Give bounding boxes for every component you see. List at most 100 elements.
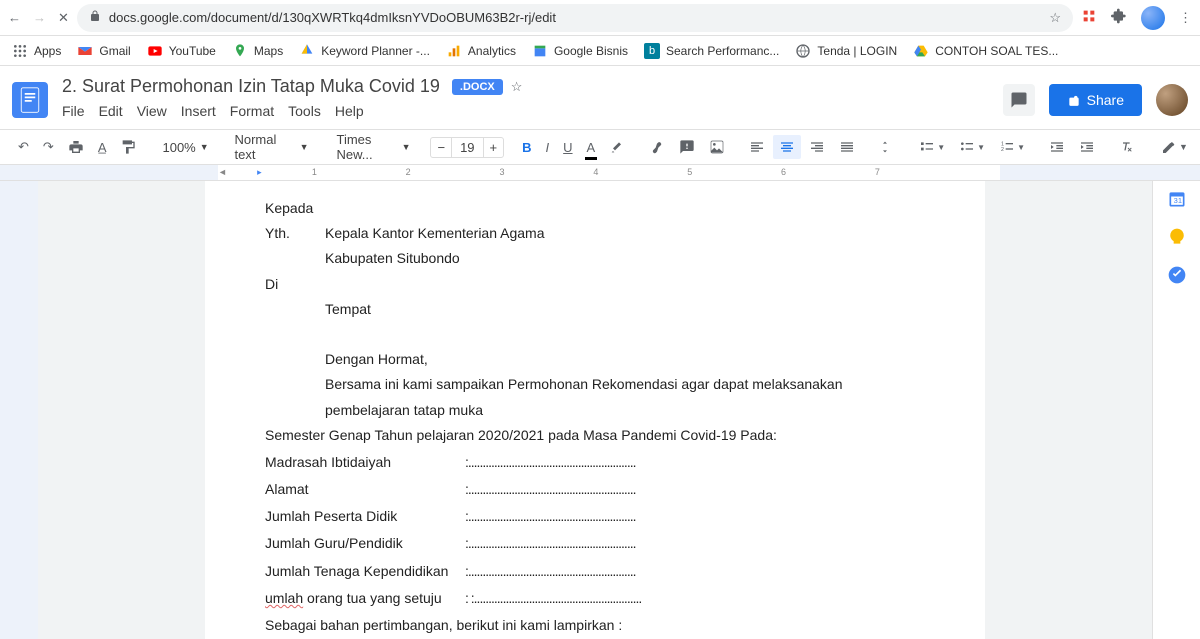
profile-avatar[interactable] bbox=[1141, 6, 1165, 30]
decrease-font-button[interactable]: − bbox=[431, 138, 451, 157]
redo-button[interactable]: ↷ bbox=[37, 135, 60, 159]
field-dots: :.......................................… bbox=[465, 559, 636, 584]
url-input[interactable] bbox=[109, 10, 1041, 25]
clear-formatting-button[interactable] bbox=[1113, 135, 1141, 159]
text: Bersama ini kami sampaikan Permohonan Re… bbox=[325, 376, 843, 417]
share-button[interactable]: Share bbox=[1049, 84, 1142, 116]
bullet-list-button[interactable]: ▼ bbox=[953, 135, 991, 159]
align-right-button[interactable] bbox=[803, 135, 831, 159]
print-button[interactable] bbox=[62, 135, 90, 159]
italic-button[interactable]: I bbox=[540, 136, 556, 159]
font-size-value[interactable]: 19 bbox=[451, 138, 483, 157]
insert-link-button[interactable] bbox=[643, 135, 671, 159]
tasks-icon[interactable] bbox=[1167, 265, 1187, 285]
menu-bar: File Edit View Insert Format Tools Help bbox=[58, 99, 993, 125]
zoom-dropdown[interactable]: 100% ▼ bbox=[154, 136, 214, 159]
bookmark-label: Apps bbox=[34, 44, 61, 58]
increase-font-button[interactable]: + bbox=[484, 138, 504, 157]
ruler[interactable]: ◄ ▸ 1 2 3 4 5 6 7 bbox=[0, 165, 1200, 181]
stop-icon[interactable]: ✕ bbox=[58, 10, 69, 26]
undo-button[interactable]: ↶ bbox=[12, 135, 35, 159]
insert-comment-button[interactable] bbox=[673, 135, 701, 159]
text: Dengan Hormat, bbox=[325, 351, 428, 367]
svg-text:2: 2 bbox=[1001, 147, 1004, 153]
field-label: Jumlah Guru/Pendidik bbox=[265, 531, 465, 556]
field-dots: :.......................................… bbox=[465, 531, 636, 556]
bookmark-youtube[interactable]: YouTube bbox=[147, 43, 216, 59]
menu-file[interactable]: File bbox=[62, 103, 85, 119]
bookmark-bisnis[interactable]: Google Bisnis bbox=[532, 43, 628, 59]
forward-icon[interactable]: → bbox=[33, 10, 46, 26]
paint-format-button[interactable] bbox=[114, 135, 142, 159]
bookmarks-bar: Apps Gmail YouTube Maps Keyword Planner … bbox=[0, 36, 1200, 66]
increase-indent-button[interactable] bbox=[1073, 135, 1101, 159]
menu-help[interactable]: Help bbox=[335, 103, 364, 119]
menu-tools[interactable]: Tools bbox=[288, 103, 321, 119]
decrease-indent-button[interactable] bbox=[1043, 135, 1071, 159]
gmail-icon bbox=[77, 43, 93, 59]
field-label: Madrasah Ibtidaiyah bbox=[265, 450, 465, 475]
checklist-button[interactable]: ▼ bbox=[913, 135, 951, 159]
globe-icon bbox=[795, 43, 811, 59]
document-title[interactable]: 2. Surat Permohonan Izin Tatap Muka Covi… bbox=[58, 74, 444, 99]
bookmark-keyword[interactable]: Keyword Planner -... bbox=[299, 43, 430, 59]
document-canvas[interactable]: Kepada Yth.Kepala Kantor Kementerian Aga… bbox=[38, 181, 1152, 639]
menu-edit[interactable]: Edit bbox=[99, 103, 123, 119]
star-icon[interactable]: ☆ bbox=[511, 79, 523, 95]
back-icon[interactable]: ← bbox=[8, 10, 21, 26]
text: Kabupaten Situbondo bbox=[325, 250, 460, 266]
text: Yth. bbox=[265, 221, 325, 246]
outline-gutter[interactable] bbox=[0, 181, 38, 639]
text: Di bbox=[265, 276, 278, 292]
spellcheck-button[interactable]: A̲ bbox=[92, 136, 113, 159]
text-color-button[interactable]: A bbox=[581, 136, 602, 159]
lock-icon bbox=[89, 10, 101, 25]
page[interactable]: Kepada Yth.Kepala Kantor Kementerian Aga… bbox=[205, 181, 985, 639]
highlight-button[interactable] bbox=[603, 135, 631, 159]
line-spacing-button[interactable] bbox=[873, 135, 901, 159]
calendar-icon[interactable]: 31 bbox=[1167, 189, 1187, 209]
bold-button[interactable]: B bbox=[516, 136, 537, 159]
align-justify-button[interactable] bbox=[833, 135, 861, 159]
field-label: Jumlah Peserta Didik bbox=[265, 504, 465, 529]
bookmark-search[interactable]: b Search Performanc... bbox=[644, 43, 779, 59]
user-avatar[interactable] bbox=[1156, 84, 1188, 116]
numbered-list-button[interactable]: 12▼ bbox=[993, 135, 1031, 159]
bookmark-apps[interactable]: Apps bbox=[12, 43, 61, 59]
bookmark-label: Analytics bbox=[468, 44, 516, 58]
bookmark-gmail[interactable]: Gmail bbox=[77, 43, 130, 59]
bing-icon: b bbox=[644, 43, 660, 59]
bookmark-label: Search Performanc... bbox=[666, 44, 779, 58]
address-bar[interactable]: ☆ bbox=[77, 4, 1073, 32]
keep-icon[interactable] bbox=[1167, 227, 1187, 247]
maps-icon bbox=[232, 43, 248, 59]
bookmark-tenda[interactable]: Tenda | LOGIN bbox=[795, 43, 897, 59]
align-left-button[interactable] bbox=[743, 135, 771, 159]
svg-text:31: 31 bbox=[1173, 196, 1181, 205]
menu-insert[interactable]: Insert bbox=[181, 103, 216, 119]
field-label: orang tua yang setuju bbox=[303, 590, 442, 606]
extensions-icon[interactable] bbox=[1111, 8, 1127, 27]
editing-mode-button[interactable]: ▼ bbox=[1155, 135, 1194, 159]
menu-icon[interactable]: ⋮ bbox=[1179, 10, 1192, 26]
menu-view[interactable]: View bbox=[137, 103, 167, 119]
docs-header: 2. Surat Permohonan Izin Tatap Muka Covi… bbox=[0, 66, 1200, 125]
style-dropdown[interactable]: Normal text ▼ bbox=[226, 128, 316, 166]
bookmark-maps[interactable]: Maps bbox=[232, 43, 283, 59]
comments-button[interactable] bbox=[1003, 84, 1035, 116]
field-label: umlah bbox=[265, 590, 303, 606]
font-dropdown[interactable]: Times New... ▼ bbox=[328, 128, 418, 166]
star-icon[interactable]: ☆ bbox=[1049, 10, 1061, 26]
text: Sebagai bahan pertimbangan, berikut ini … bbox=[265, 617, 622, 633]
docx-badge: .DOCX bbox=[452, 79, 503, 95]
insert-image-button[interactable] bbox=[703, 135, 731, 159]
bookmark-contoh[interactable]: CONTOH SOAL TES... bbox=[913, 43, 1058, 59]
extension-icon[interactable] bbox=[1081, 8, 1097, 27]
align-center-button[interactable] bbox=[773, 135, 801, 159]
bookmark-analytics[interactable]: Analytics bbox=[446, 43, 516, 59]
docs-logo[interactable] bbox=[12, 82, 48, 118]
underline-button[interactable]: U bbox=[557, 136, 578, 159]
formatting-toolbar: ↶ ↷ A̲ 100% ▼ Normal text ▼ Times New...… bbox=[0, 129, 1200, 165]
menu-format[interactable]: Format bbox=[230, 103, 274, 119]
field-label: Alamat bbox=[265, 477, 465, 502]
